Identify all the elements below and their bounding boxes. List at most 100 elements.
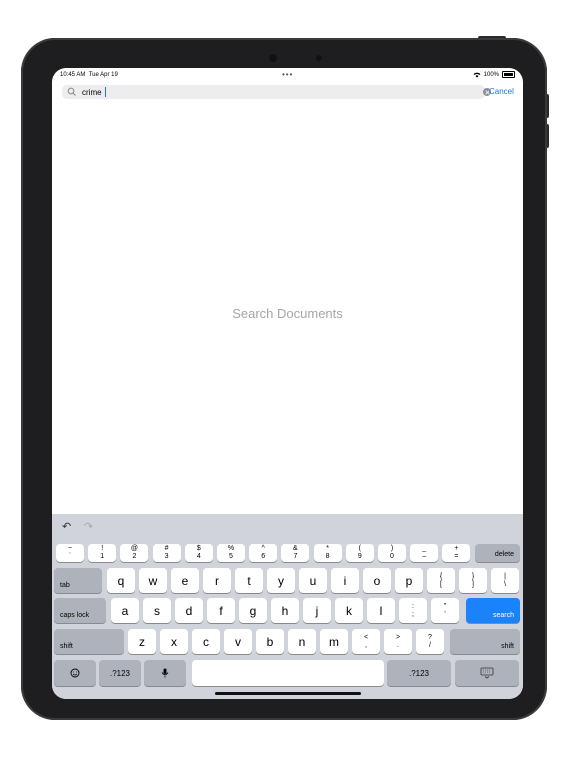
emoji-key[interactable]	[54, 660, 96, 686]
key-shift-char: ^	[261, 545, 265, 552]
key-label: z	[139, 634, 145, 649]
key-k[interactable]: k	[335, 598, 363, 623]
key-char: =	[454, 553, 459, 560]
key-r[interactable]: r	[203, 568, 231, 593]
key-`[interactable]: ~ `	[56, 544, 84, 562]
key-d[interactable]: d	[175, 598, 203, 623]
key-,[interactable]: <,	[352, 629, 380, 654]
key-u[interactable]: u	[299, 568, 327, 593]
key-label: r	[215, 573, 219, 588]
key-m[interactable]: m	[320, 629, 348, 654]
key-n[interactable]: n	[288, 629, 316, 654]
key-y[interactable]: y	[267, 568, 295, 593]
search-icon	[67, 87, 76, 96]
key-shift-char: &	[293, 545, 298, 552]
undo-icon[interactable]: ↶	[62, 520, 71, 533]
search-key[interactable]: search	[466, 598, 520, 623]
key-shift-char: :	[412, 602, 414, 610]
key-char: 2	[132, 553, 137, 560]
key-i[interactable]: i	[331, 568, 359, 593]
key-q[interactable]: q	[107, 568, 135, 593]
key-][interactable]: }]	[459, 568, 487, 593]
key-label: j	[315, 603, 319, 618]
key-label: a	[121, 603, 129, 618]
hide-keyboard-key[interactable]	[455, 660, 519, 686]
key-=[interactable]: + =	[442, 544, 471, 562]
delete-key[interactable]: delete	[475, 544, 520, 562]
key-l[interactable]: l	[367, 598, 395, 623]
key-label: u	[309, 573, 317, 588]
key-0[interactable]: ) 0	[378, 544, 406, 562]
key-shift-char: $	[196, 545, 201, 552]
key-label: tab	[60, 582, 70, 589]
keyboard-hide-icon	[480, 667, 494, 679]
key-z[interactable]: z	[128, 629, 156, 654]
key-h[interactable]: h	[271, 598, 299, 623]
key-label: search	[492, 612, 514, 619]
status-bar: 10:45 AM Tue Apr 19 ••• 100%	[52, 68, 523, 82]
key-char: [	[440, 580, 442, 588]
key-shift-char: ~	[67, 545, 73, 552]
redo-icon[interactable]: ↷	[84, 520, 93, 533]
key-o[interactable]: o	[363, 568, 391, 593]
key-shift-char: (	[358, 545, 361, 552]
key-8[interactable]: * 8	[313, 544, 342, 562]
key-\[interactable]: | \	[491, 568, 519, 593]
key-7[interactable]: & 7	[281, 544, 310, 562]
key-s[interactable]: s	[143, 598, 171, 623]
key-j[interactable]: j	[303, 598, 331, 623]
numbers-key-right[interactable]: .?123	[387, 660, 451, 686]
key-3[interactable]: #3	[152, 544, 181, 562]
key-label: s	[154, 603, 160, 618]
key-9[interactable]: (9	[345, 544, 374, 562]
key-2[interactable]: @2	[120, 544, 149, 562]
shift-key-right[interactable]: shift	[450, 629, 520, 654]
key-label: v	[235, 634, 241, 649]
key-char: –	[422, 553, 427, 560]
key-;[interactable]: :;	[399, 598, 427, 623]
key-char: ,	[365, 641, 367, 649]
key-b[interactable]: b	[256, 629, 284, 654]
key-[[interactable]: {[	[427, 568, 455, 593]
shift-key-left[interactable]: shift	[54, 629, 124, 654]
key-char: 6	[261, 553, 266, 560]
multitasking-dots-icon[interactable]: •••	[282, 70, 293, 79]
home-indicator[interactable]	[215, 692, 361, 695]
key-4[interactable]: $4	[184, 544, 213, 562]
key-label: caps lock	[60, 612, 90, 619]
key-char: 8	[325, 553, 330, 560]
key-shift-char: >	[395, 633, 401, 641]
dictation-key[interactable]	[144, 660, 186, 686]
key-.[interactable]: >.	[384, 629, 412, 654]
key-1[interactable]: ! 1	[88, 544, 117, 562]
numbers-key-left[interactable]: .?123	[99, 660, 141, 686]
key-char: /	[429, 641, 431, 649]
key-label: e	[181, 573, 189, 588]
key-char: ;	[412, 610, 414, 618]
space-key[interactable]	[192, 660, 384, 686]
key-t[interactable]: t	[235, 568, 263, 593]
key-v[interactable]: v	[224, 629, 252, 654]
key-'[interactable]: " '	[431, 598, 459, 623]
key-p[interactable]: p	[395, 568, 423, 593]
cancel-button[interactable]: Cancel	[489, 87, 514, 96]
battery-icon	[502, 71, 515, 78]
key-/[interactable]: ? /	[416, 629, 444, 654]
key-w[interactable]: w	[139, 568, 167, 593]
search-input[interactable]	[82, 86, 452, 98]
key-c[interactable]: c	[192, 629, 220, 654]
key-label: b	[266, 634, 274, 649]
key-5[interactable]: % 5	[217, 544, 245, 562]
key-f[interactable]: f	[207, 598, 235, 623]
key-–[interactable]: _ –	[410, 544, 439, 562]
key-g[interactable]: g	[239, 598, 267, 623]
key-char: \	[504, 580, 506, 588]
key-e[interactable]: e	[171, 568, 199, 593]
key-x[interactable]: x	[160, 629, 188, 654]
key-6[interactable]: ^ 6	[249, 544, 278, 562]
tab-key[interactable]: tab	[54, 568, 102, 593]
key-label: delete	[494, 551, 514, 558]
caps-lock-key[interactable]: caps lock	[54, 598, 106, 623]
key-a[interactable]: a	[111, 598, 139, 623]
key-shift-char: }	[471, 572, 475, 580]
